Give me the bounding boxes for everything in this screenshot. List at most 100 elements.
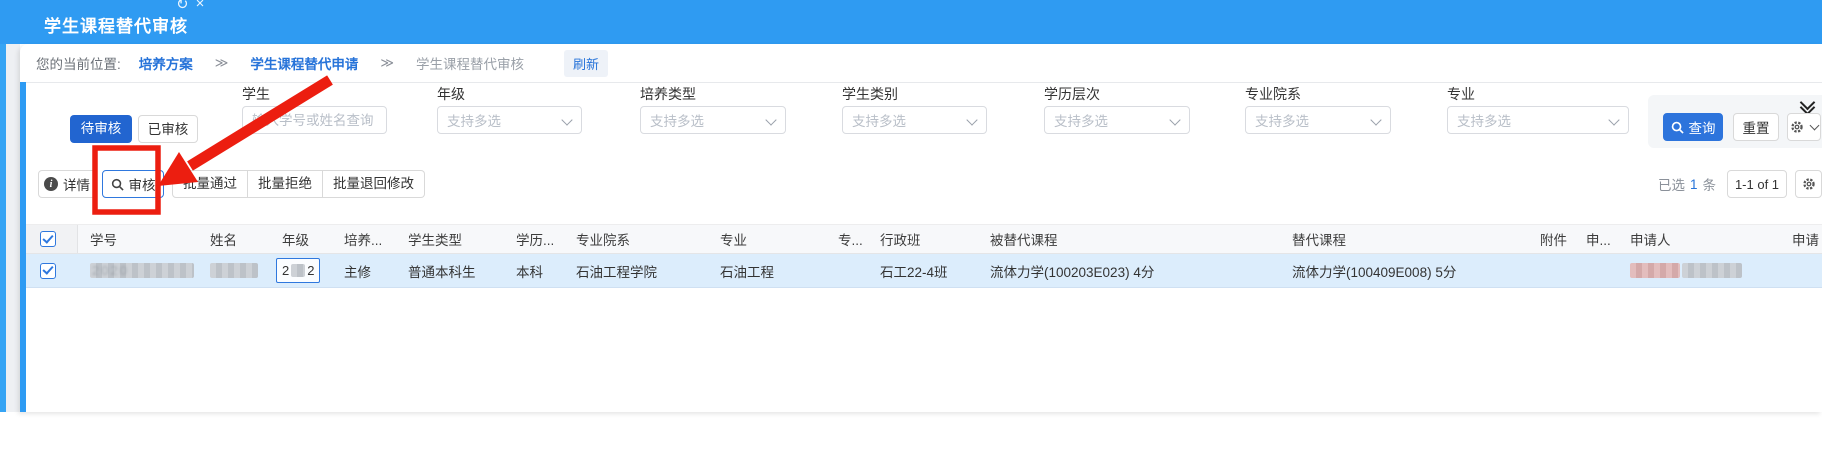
column-header-2[interactable]: 姓名 — [198, 225, 270, 253]
column-header-5[interactable]: 学生类型 — [396, 225, 504, 253]
search-button[interactable]: 查询 — [1663, 113, 1723, 141]
column-header-1[interactable]: 学号 — [78, 225, 198, 253]
selection-count: 已选 1 条 — [1586, 170, 1716, 198]
collapse-filters-icon[interactable] — [1800, 97, 1814, 113]
row-checkbox[interactable] — [40, 263, 56, 279]
chevron-down-icon — [966, 114, 977, 125]
batch-return-button[interactable]: 批量退回修改 — [323, 170, 425, 198]
filter-select-student-category[interactable]: 支持多选 — [842, 106, 987, 134]
select-placeholder: 支持多选 — [1457, 110, 1511, 130]
column-header-11[interactable]: 被替代课程 — [978, 225, 1280, 253]
filter-label-degree-level: 学历层次 — [1044, 84, 1190, 106]
left-page-gap — [6, 44, 20, 412]
cell-substitute-course: 流体力学(100409E008) 5分 — [1280, 254, 1528, 287]
chevron-down-icon — [1370, 114, 1381, 125]
batch-approve-button[interactable]: 批量通过 — [172, 170, 248, 198]
reset-button[interactable]: 重置 — [1733, 113, 1779, 141]
column-header-8[interactable]: 专业 — [708, 225, 826, 253]
column-header-4[interactable]: 培养... — [332, 225, 396, 253]
filter-label-department: 专业院系 — [1245, 84, 1391, 106]
main-panel: 您的当前位置: 培养方案 ≫ 学生课程替代申请 ≫ 学生课程替代审核 刷新 待审… — [20, 44, 1822, 412]
chevron-down-icon — [1169, 114, 1180, 125]
filter-select-major[interactable]: 支持多选 — [1447, 106, 1629, 134]
column-header-9[interactable]: 专... — [826, 225, 868, 253]
batch-button-group: 批量通过 批量拒绝 批量退回修改 — [172, 170, 425, 198]
search-icon — [1671, 121, 1684, 134]
filter-label-major: 专业 — [1447, 84, 1629, 106]
filter-field-major: 专业支持多选 — [1447, 84, 1629, 134]
tab-reviewed[interactable]: 已审核 — [138, 115, 198, 143]
censored-applicant-name — [1630, 263, 1680, 278]
select-all-cell — [26, 225, 78, 253]
cell-name — [198, 254, 270, 287]
cell-admin-class: 石工22-4班 — [868, 254, 978, 287]
column-header-12[interactable]: 替代课程 — [1280, 225, 1528, 253]
filter-label-grade: 年级 — [437, 84, 582, 106]
select-placeholder: 支持多选 — [447, 110, 501, 130]
censored-grade-digits — [291, 264, 305, 277]
filter-field-grade: 年级支持多选 — [437, 84, 582, 134]
filter-field-student: 学生 — [242, 84, 387, 134]
select-placeholder: 支持多选 — [1054, 110, 1108, 130]
pagination-button[interactable]: 1-1 of 1 — [1727, 170, 1787, 198]
column-header-13[interactable]: 附件 — [1528, 225, 1574, 253]
filter-field-degree-level: 学历层次支持多选 — [1044, 84, 1190, 134]
column-header-14[interactable]: 申... — [1574, 225, 1618, 253]
table-settings-button[interactable] — [1795, 170, 1822, 198]
breadcrumb-link-substitution-apply[interactable]: 学生课程替代申请 — [250, 53, 358, 73]
cell-student-id: 2020 — [78, 254, 198, 287]
refresh-button[interactable]: 刷新 — [564, 50, 608, 77]
filter-label-student-category: 学生类别 — [842, 84, 987, 106]
cell-apply-time — [1780, 254, 1822, 287]
detail-button[interactable]: i 详情 — [38, 170, 96, 198]
filter-select-training-type[interactable]: 支持多选 — [640, 106, 786, 134]
filter-input-student[interactable] — [242, 106, 387, 134]
filter-select-degree-level[interactable]: 支持多选 — [1044, 106, 1190, 134]
chevron-down-icon — [1608, 114, 1619, 125]
batch-reject-button[interactable]: 批量拒绝 — [248, 170, 323, 198]
close-icon[interactable]: × — [196, 0, 205, 13]
cell-major-direction — [826, 254, 868, 287]
breadcrumb: 您的当前位置: 培养方案 ≫ 学生课程替代申请 ≫ 学生课程替代审核 刷新 — [20, 44, 1822, 83]
select-all-checkbox[interactable] — [40, 231, 56, 247]
filter-label-student: 学生 — [242, 84, 387, 106]
cell-applicant — [1618, 254, 1780, 287]
column-header-6[interactable]: 学历... — [504, 225, 564, 253]
column-header-16[interactable]: 申请 — [1780, 225, 1822, 253]
cell-replaced-course: 流体力学(100203E023) 4分 — [978, 254, 1280, 287]
cell-major: 石油工程 — [708, 254, 826, 287]
grade-focused-cell[interactable]: 2 2 — [276, 258, 320, 283]
filter-select-department[interactable]: 支持多选 — [1245, 106, 1391, 134]
chevron-down-icon — [1810, 121, 1820, 131]
column-header-15[interactable]: 申请人 — [1618, 225, 1780, 253]
select-placeholder: 支持多选 — [852, 110, 906, 130]
page-title: 学生课程替代审核 — [44, 12, 188, 37]
column-header-7[interactable]: 专业院系 — [564, 225, 708, 253]
tab-pending-review[interactable]: 待审核 — [70, 115, 132, 143]
cell-training-type: 主修 — [332, 254, 396, 287]
column-header-10[interactable]: 行政班 — [868, 225, 978, 253]
filter-field-training-type: 培养类型支持多选 — [640, 84, 786, 134]
breadcrumb-current: 学生课程替代审核 — [416, 53, 524, 73]
breadcrumb-link-training-plan[interactable]: 培养方案 — [139, 53, 193, 73]
audit-button[interactable]: 审核 — [102, 170, 164, 198]
breadcrumb-separator-icon: ≫ — [380, 55, 394, 71]
window-header: ↻ × 学生课程替代审核 — [0, 0, 1822, 44]
filter-field-department: 专业院系支持多选 — [1245, 84, 1391, 134]
gear-icon — [1790, 120, 1804, 134]
chevron-down-icon — [561, 114, 572, 125]
cell-student-type: 普通本科生 — [396, 254, 504, 287]
censored-name — [210, 263, 258, 278]
cell-apply-term — [1574, 254, 1618, 287]
filter-settings-button[interactable] — [1787, 113, 1821, 141]
cell-degree-level: 本科 — [504, 254, 564, 287]
cell-department: 石油工程学院 — [564, 254, 708, 287]
cell-grade: 2 2 — [270, 254, 332, 287]
table-header-row: 学号姓名年级培养...学生类型学历...专业院系专业专...行政班被替代课程替代… — [26, 224, 1822, 254]
breadcrumb-prefix: 您的当前位置: — [36, 53, 121, 73]
info-icon: i — [44, 177, 58, 191]
filter-select-grade[interactable]: 支持多选 — [437, 106, 582, 134]
select-placeholder: 支持多选 — [1255, 110, 1309, 130]
column-header-3[interactable]: 年级 — [270, 225, 332, 253]
table-row[interactable]: 2020 2 2 主修 普通本科生 本科 石油工程学院 石油工程 石工22-4班… — [26, 254, 1822, 288]
